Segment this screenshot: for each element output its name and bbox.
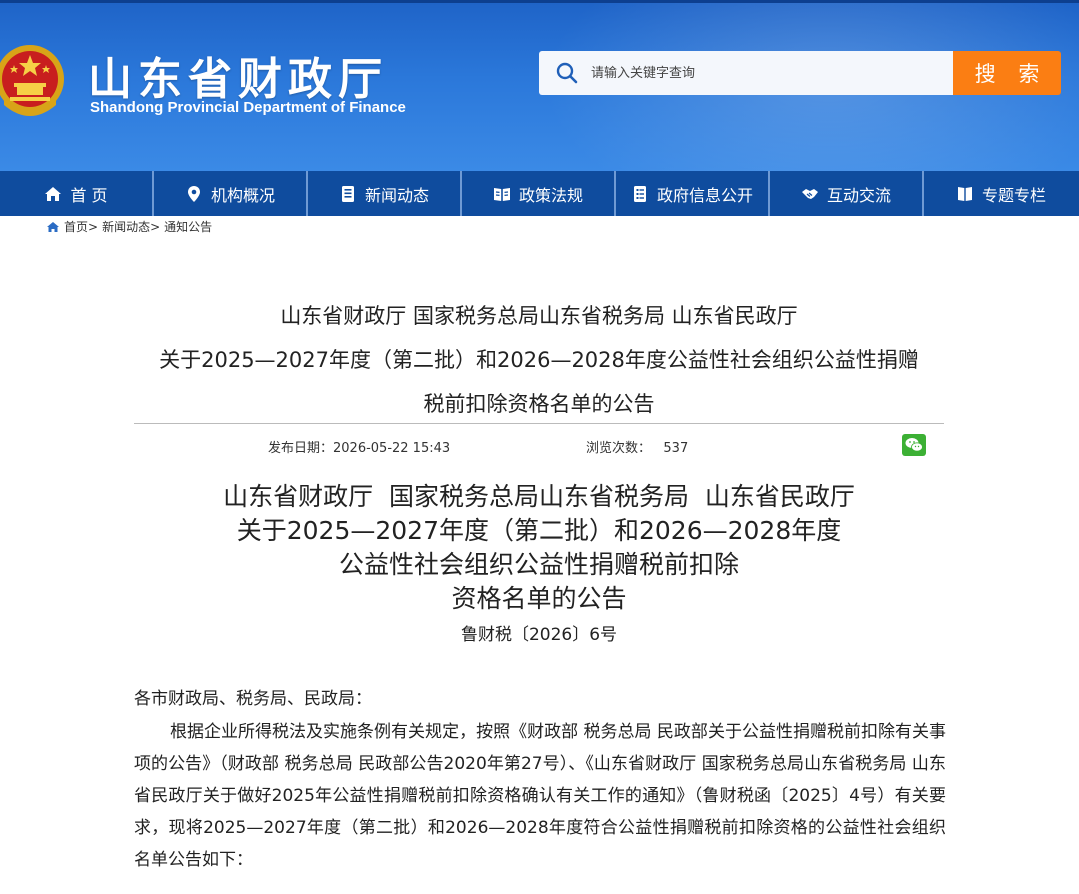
- nav-item-home[interactable]: 首 页: [0, 171, 154, 216]
- document-heading-line: 关于2025—2027年度（第二批）和2026—2028年度: [236, 516, 842, 545]
- title-divider: [134, 423, 944, 424]
- article-title-line: 关于2025—2027年度（第二批）和2026—2028年度公益性社会组织公益性…: [159, 348, 919, 372]
- list-document-icon: [633, 185, 646, 202]
- nav-item-label: 首 页: [70, 185, 108, 205]
- wechat-share-icon[interactable]: [902, 434, 926, 456]
- main-nav: 首 页 机构概况 新闻动态 政策法规 政府信息公开 互动交流 专题专栏: [0, 171, 1079, 216]
- view-count: 浏览次数： 537: [586, 441, 689, 456]
- document-heading-line: 山东省财政厅 国家税务总局山东省税务局 山东省民政厅: [223, 482, 855, 511]
- national-emblem-icon: [0, 45, 64, 116]
- nav-item-label: 政策法规: [518, 185, 583, 205]
- book-icon: [957, 186, 972, 201]
- site-title: 山东省财政厅: [88, 54, 388, 105]
- article-title-line: 税前扣除资格名单的公告: [423, 392, 655, 416]
- nav-item-policy[interactable]: 政策法规: [462, 171, 616, 216]
- home-icon: [45, 186, 62, 201]
- nav-item-label: 政府信息公开: [656, 185, 753, 205]
- open-book-icon: [493, 187, 510, 201]
- article-title: 山东省财政厅 国家税务总局山东省税务局 山东省民政厅 关于2025—2027年度…: [134, 294, 944, 426]
- nav-item-news[interactable]: 新闻动态: [308, 171, 462, 216]
- breadcrumb-notices[interactable]: 通知公告: [164, 218, 212, 235]
- nav-item-about[interactable]: 机构概况: [154, 171, 308, 216]
- nav-item-label: 新闻动态: [364, 185, 429, 205]
- document-number: 鲁财税〔2026〕6号: [460, 625, 618, 645]
- search-input[interactable]: [591, 51, 941, 95]
- site-subtitle: Shandong Provincial Department of Financ…: [90, 99, 406, 116]
- location-pin-icon: [187, 185, 200, 202]
- nav-item-label: 互动交流: [826, 185, 891, 205]
- nav-item-label: 专题专栏: [981, 185, 1046, 205]
- publish-date: 发布日期：2026-05-22 15:43: [268, 441, 451, 456]
- breadcrumb-news[interactable]: 新闻动态>: [102, 218, 160, 235]
- body-paragraph: 根据企业所得税法及实施条例有关规定，按照《财政部 税务总局 民政部关于公益性捐赠…: [134, 722, 946, 870]
- salutation: 各市财政局、税务局、民政局：: [134, 689, 372, 709]
- search-button[interactable]: 搜 索: [953, 51, 1061, 95]
- search-icon: [556, 62, 578, 84]
- nav-item-label: 机构概况: [210, 185, 275, 205]
- nav-item-disclosure[interactable]: 政府信息公开: [616, 171, 770, 216]
- breadcrumb: 首页> 新闻动态> 通知公告: [46, 218, 212, 235]
- article-title-line: 山东省财政厅 国家税务总局山东省税务局 山东省民政厅: [280, 304, 798, 328]
- handshake-icon: [801, 188, 818, 199]
- home-icon: [47, 221, 59, 232]
- breadcrumb-home[interactable]: 首页>: [64, 218, 98, 235]
- document-icon: [341, 185, 354, 202]
- document-heading-line: 公益性社会组织公益性捐赠税前扣除: [338, 550, 739, 579]
- document-heading: 山东省财政厅 国家税务总局山东省税务局 山东省民政厅 关于2025—2027年度…: [134, 480, 944, 616]
- nav-item-special[interactable]: 专题专栏: [924, 171, 1078, 216]
- nav-item-interaction[interactable]: 互动交流: [770, 171, 924, 216]
- document-heading-line: 资格名单的公告: [451, 584, 627, 613]
- search-box: [539, 51, 953, 95]
